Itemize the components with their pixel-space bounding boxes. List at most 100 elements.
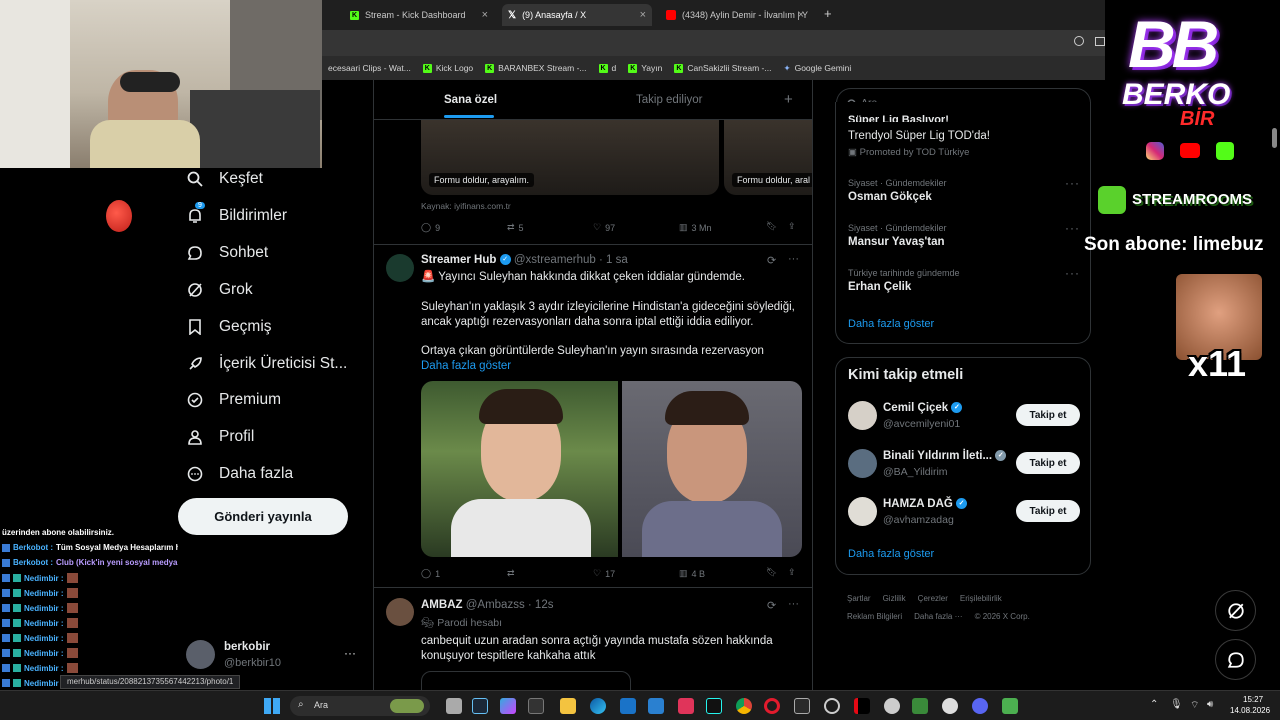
discord-icon[interactable] — [972, 698, 988, 714]
app-icon[interactable] — [1002, 698, 1018, 714]
nav-more[interactable]: Daha fazla — [186, 465, 293, 483]
chrome-icon[interactable] — [736, 698, 752, 714]
opera-icon[interactable] — [764, 698, 780, 714]
store-icon[interactable] — [648, 698, 664, 714]
clock-date[interactable]: 14.08.2026 — [1230, 706, 1270, 715]
extension-icon[interactable] — [1095, 37, 1105, 46]
bookmark-item[interactable]: K Kick Logo — [422, 63, 473, 73]
file-explorer-icon[interactable] — [560, 698, 576, 714]
trend-item[interactable]: Siyaset · Gündemdekiler Osman Gökçek ··· — [848, 176, 1080, 203]
tab-x-home[interactable]: 𝕏 (9) Anasayfa / X × — [502, 4, 652, 26]
tweet-photo[interactable] — [421, 381, 618, 557]
more-icon[interactable]: ··· — [788, 253, 799, 265]
app-icon[interactable] — [912, 698, 928, 714]
ad-card-image[interactable]: Formu doldur, arayalım. — [421, 120, 719, 195]
speed-icon[interactable] — [824, 698, 840, 714]
messages-floating-button[interactable] — [1215, 639, 1256, 680]
author-name[interactable]: Streamer Hub — [421, 254, 496, 266]
follow-button[interactable]: Takip et — [1016, 452, 1080, 474]
share-button[interactable]: ⇪ — [788, 567, 796, 578]
edge-icon[interactable] — [590, 698, 606, 714]
views-button[interactable]: ▥ 4 B — [679, 568, 705, 579]
obs-icon[interactable] — [884, 698, 900, 714]
repost-button[interactable]: ⇄ 5 — [507, 222, 524, 233]
card-source[interactable]: Kaynak: iyifinans.com.tr — [421, 201, 511, 211]
more-icon[interactable]: ··· — [1065, 221, 1080, 235]
app-icon[interactable] — [942, 698, 958, 714]
grok-floating-button[interactable] — [1215, 590, 1256, 631]
bookmark-item[interactable]: ✦ Google Gemini — [783, 63, 851, 74]
nav-chat[interactable]: Sohbet — [186, 244, 268, 262]
app-icon[interactable] — [678, 698, 694, 714]
follow-button[interactable]: Takip et — [1016, 500, 1080, 522]
more-icon[interactable]: ··· — [1065, 266, 1080, 280]
grok-icon[interactable]: ⟳ — [767, 254, 776, 267]
trend-item[interactable]: Türkiye tarihinde gündemde Erhan Çelik ·… — [848, 266, 1080, 293]
reply-button[interactable]: ◯ 1 — [421, 568, 440, 579]
new-tab-button[interactable]: + — [824, 6, 832, 21]
repost-button[interactable]: ⇄ — [507, 568, 519, 579]
tab-following[interactable]: Takip ediliyor — [636, 94, 702, 106]
share-button[interactable]: ⇪ — [788, 221, 796, 232]
microphone-icon[interactable]: 🎙︎ — [1170, 699, 1183, 710]
trend-item[interactable]: Siyaset · Gündemdekiler Mansur Yavaş'tan… — [848, 221, 1080, 248]
clock-time[interactable]: 15:27 — [1243, 695, 1263, 704]
wifi-icon[interactable]: ⌔ — [1190, 699, 1199, 712]
more-icon[interactable]: ··· — [344, 646, 356, 660]
nav-notifications[interactable]: 9 Bildirimler — [186, 202, 287, 225]
follow-suggestion[interactable]: HAMZA DAĞ ✓ @avhamzadag Takip et — [836, 492, 1092, 532]
nav-explore[interactable]: Keşfet — [186, 170, 263, 188]
like-button[interactable]: ♡ 17 — [593, 568, 615, 579]
tweet[interactable]: AMBAZ @Ambazss · 12s ⟳ ··· 🎭︎ Parodi hes… — [374, 588, 812, 690]
task-view-icon[interactable] — [446, 698, 462, 714]
show-more-link[interactable]: Daha fazla göster — [848, 318, 934, 330]
follow-button[interactable]: Takip et — [1016, 404, 1080, 426]
nav-grok[interactable]: Grok — [186, 281, 253, 299]
epic-games-icon[interactable] — [794, 698, 810, 714]
like-button[interactable]: ♡ 97 — [593, 222, 615, 233]
views-button[interactable]: ▥ 3 Mn — [679, 222, 712, 233]
bookmark-button[interactable]: 🔖︎ — [766, 221, 777, 232]
netflix-icon[interactable] — [854, 698, 870, 714]
follow-suggestion[interactable]: Cemil Çiçek ✓ @avcemilyeni01 Takip et — [836, 396, 1092, 436]
tweet-photo[interactable] — [622, 381, 802, 557]
nav-creator-studio[interactable]: İçerik Üreticisi St... — [186, 355, 347, 373]
link-card[interactable] — [421, 671, 631, 690]
show-more-link[interactable]: Daha fazla göster — [421, 359, 511, 374]
nav-premium[interactable]: Premium — [186, 391, 281, 409]
post-button[interactable]: Gönderi yayınla — [178, 498, 348, 535]
tiktok-icon[interactable] — [706, 698, 722, 714]
bookmark-item[interactable]: K BARANBEX Stream -... — [485, 63, 587, 73]
show-more-link[interactable]: Daha fazla göster — [848, 548, 934, 560]
close-tab-icon[interactable]: × — [640, 9, 646, 21]
nav-profile[interactable]: Profil — [186, 428, 254, 446]
volume-icon[interactable]: 🔊︎ — [1207, 699, 1213, 710]
follow-suggestion[interactable]: Binali Yıldırım İleti... ✓ @BA_Yildirim … — [836, 444, 1092, 484]
bookmark-item[interactable]: K Yayın — [628, 63, 662, 73]
taskbar-search[interactable]: ⌕ Ara — [290, 696, 430, 716]
bookmark-item[interactable]: ecesaari Clips - Wat... — [328, 63, 411, 73]
tab-for-you[interactable]: Sana özel — [444, 94, 497, 106]
terminal-icon[interactable] — [528, 698, 544, 714]
author-name[interactable]: AMBAZ — [421, 599, 463, 611]
close-tab-icon[interactable]: × — [798, 9, 804, 21]
copilot-icon[interactable] — [500, 698, 516, 714]
mail-icon[interactable] — [620, 698, 636, 714]
ad-card-image[interactable]: Formu doldur, aral — [724, 120, 812, 195]
more-icon[interactable]: ··· — [788, 598, 799, 610]
bookmark-item[interactable]: Kd — [598, 63, 616, 73]
tray-chevron-icon[interactable]: ⌃ — [1150, 699, 1158, 710]
windows-start-icon[interactable] — [264, 698, 280, 714]
nav-bookmarks[interactable]: Geçmiş — [186, 318, 272, 336]
promo-title[interactable]: Trendyol Süper Lig TOD'da! — [848, 130, 990, 142]
reply-button[interactable]: ◯ 9 — [421, 222, 440, 233]
steam-icon[interactable] — [472, 698, 488, 714]
add-tab-icon[interactable]: + — [784, 91, 793, 108]
tab-youtube[interactable]: (4348) Aylin Demir - İlvanlım | Y × — [660, 4, 810, 26]
scrollbar[interactable] — [1272, 128, 1277, 148]
tweet[interactable]: Streamer Hub ✓ @xstreamerhub · 1 sa ⟳ ··… — [374, 245, 812, 587]
zoom-icon[interactable] — [1074, 36, 1084, 46]
tab-kick-dashboard[interactable]: K Stream - Kick Dashboard × — [344, 4, 494, 26]
grok-icon[interactable]: ⟳ — [767, 599, 776, 612]
address-bar[interactable] — [322, 30, 1105, 56]
